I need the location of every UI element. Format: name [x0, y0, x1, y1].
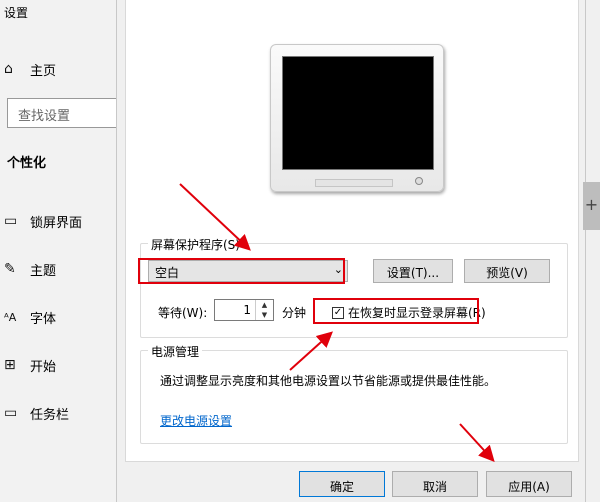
- annotation-arrows: [179, 183, 495, 462]
- arrow-to-select: [179, 183, 251, 251]
- arrow-to-apply: [459, 423, 495, 462]
- arrow-to-checkbox: [289, 331, 333, 371]
